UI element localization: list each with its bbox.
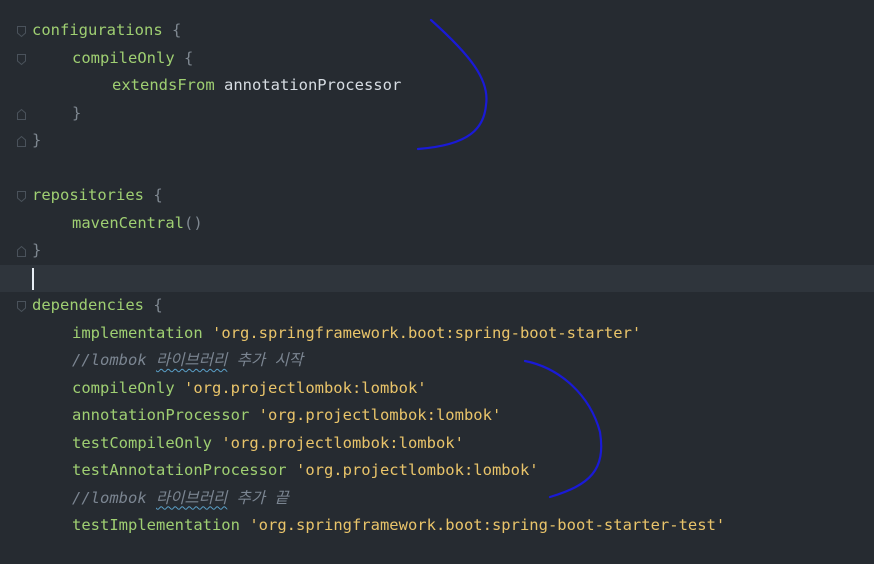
code-text: //lombok 라이브러리 추가 시작 [72,347,303,375]
code-line-mavencentral[interactable]: mavenCentral() [0,210,874,238]
code-token: annotationProcessor [214,76,402,94]
code-token: { [174,48,194,67]
code-line-repositories-close[interactable]: } [0,237,874,265]
code-text: } [72,100,81,128]
code-line-dependencies-open[interactable]: dependencies { [0,292,874,320]
code-text: configurations { [32,17,181,45]
code-line-blank-1[interactable] [0,155,874,183]
code-line-comment-start[interactable]: //lombok 라이브러리 추가 시작 [0,347,874,375]
code-text: compileOnly 'org.projectlombok:lombok' [72,375,427,403]
fold-close-icon[interactable] [16,135,27,148]
code-token: 'org.projectlombok:lombok' [258,406,502,424]
code-token: mavenCentral [72,213,184,232]
code-line-extendsfrom[interactable]: extendsFrom annotationProcessor [0,72,874,100]
code-token: 'org.projectlombok:lombok' [295,461,539,479]
fold-close-icon[interactable] [16,245,27,258]
code-line-compileonly-open[interactable]: compileOnly { [0,45,874,73]
code-line-current-blank[interactable] [0,264,874,292]
fold-open-icon[interactable] [16,190,27,203]
fold-open-icon[interactable] [16,25,27,38]
code-token: } [32,131,42,149]
code-token: annotationProcessor [72,406,250,424]
code-line-testcompileonly-lombok[interactable]: testCompileOnly 'org.projectlombok:lombo… [0,430,874,458]
code-token: repositories [32,186,144,204]
code-line-implementation[interactable]: implementation 'org.springframework.boot… [0,320,874,348]
code-editor[interactable]: configurations {compileOnly {extendsFrom… [0,0,874,564]
code-token: testCompileOnly [72,433,212,452]
code-token: 라이브러리 [156,351,228,369]
code-text: mavenCentral() [72,210,203,238]
code-line-comment-end[interactable]: //lombok 라이브러리 추가 끝 [0,485,874,513]
code-text: implementation 'org.springframework.boot… [72,320,641,348]
code-line-compileonly-close[interactable]: } [0,100,874,128]
code-text: compileOnly { [72,45,193,73]
code-token: testAnnotationProcessor [72,461,287,479]
code-token: compileOnly [72,48,175,67]
code-token: { [143,296,163,314]
code-line-configurations-open[interactable]: configurations { [0,17,874,45]
code-token: { [162,21,182,39]
text-caret [32,267,34,290]
code-token: dependencies [32,296,144,314]
code-token: 'org.projectlombok:lombok' [184,378,427,397]
code-line-repositories-open[interactable]: repositories { [0,182,874,210]
code-token: 'org.projectlombok:lombok' [221,433,464,452]
code-text: //lombok 라이브러리 추가 끝 [72,485,289,513]
code-text: testAnnotationProcessor 'org.projectlomb… [72,457,539,485]
code-token: { [143,186,163,204]
code-token: 'org.springframework.boot:spring-boot-st… [249,516,726,534]
code-token: } [72,103,82,122]
code-token: //lombok [72,488,156,507]
code-token: } [32,241,42,259]
fold-open-icon[interactable] [16,300,27,313]
code-text: } [32,237,41,265]
code-token: //lombok [72,351,156,369]
code-text: dependencies { [32,292,163,320]
code-text: testImplementation 'org.springframework.… [72,512,725,540]
code-text: extendsFrom annotationProcessor [112,72,401,100]
code-token: 'org.springframework.boot:spring-boot-st… [212,323,642,342]
code-token: 추가 끝 [227,488,289,507]
fold-close-icon[interactable] [16,108,27,121]
code-text: annotationProcessor 'org.projectlombok:l… [72,402,501,430]
code-line-configurations-close[interactable]: } [0,127,874,155]
code-token: testImplementation [72,516,240,534]
code-token: 라이브러리 [156,488,228,507]
code-token: implementation [72,323,203,342]
code-token: configurations [32,21,163,39]
code-text: repositories { [32,182,163,210]
code-line-testannotationprocessor-lombok[interactable]: testAnnotationProcessor 'org.projectlomb… [0,457,874,485]
fold-open-icon[interactable] [16,53,27,66]
code-text: testCompileOnly 'org.projectlombok:lombo… [72,430,464,458]
code-token: 추가 시작 [227,351,304,369]
code-token: () [183,213,203,232]
code-text: } [32,127,41,155]
code-token: compileOnly [72,378,175,397]
code-line-compileonly-lombok[interactable]: compileOnly 'org.projectlombok:lombok' [0,375,874,403]
code-token: extendsFrom [112,76,215,94]
code-line-annotationprocessor-lombok[interactable]: annotationProcessor 'org.projectlombok:l… [0,402,874,430]
code-line-testimplementation[interactable]: testImplementation 'org.springframework.… [0,512,874,540]
